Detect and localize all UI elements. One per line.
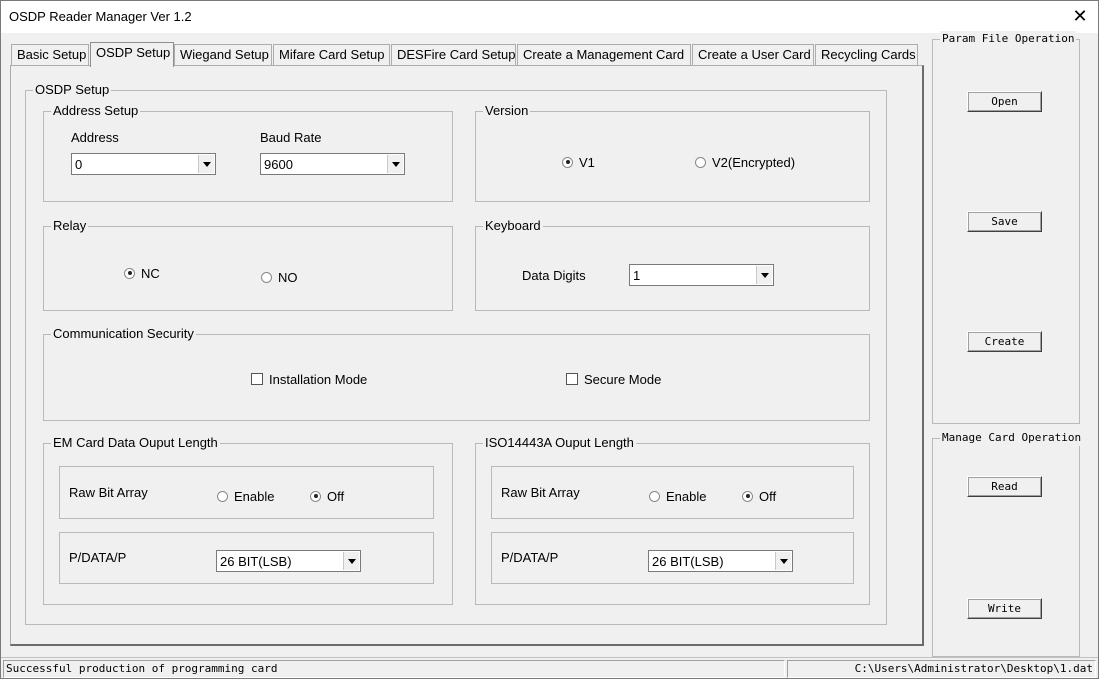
window-title: OSDP Reader Manager Ver 1.2 xyxy=(9,9,192,24)
em-off-label: Off xyxy=(327,488,345,504)
chevron-down-icon[interactable] xyxy=(343,552,359,570)
iso-off-radio[interactable]: Off xyxy=(742,488,776,504)
save-button[interactable]: Save xyxy=(967,211,1042,232)
status-message: Successful production of programming car… xyxy=(3,660,785,678)
baud-rate-label: Baud Rate xyxy=(260,130,322,145)
iso-enable-radio[interactable]: Enable xyxy=(649,488,706,504)
radio-unselected-icon xyxy=(649,490,660,502)
checkbox-unchecked-icon xyxy=(566,373,578,385)
data-digits-label: Data Digits xyxy=(522,268,586,283)
baud-rate-select[interactable]: 9600 xyxy=(260,153,405,175)
tab-recycling-cards[interactable]: Recycling Cards xyxy=(815,44,918,66)
em-enable-radio[interactable]: Enable xyxy=(217,488,274,504)
em-pdata-label: P/DATA/P xyxy=(69,550,127,565)
checkbox-unchecked-icon xyxy=(251,373,263,385)
chevron-down-icon[interactable] xyxy=(387,155,403,173)
radio-unselected-icon xyxy=(695,156,706,168)
manage-card-operation-group: Manage Card Operation xyxy=(932,430,1084,657)
osdp-setup-title: OSDP Setup xyxy=(33,82,112,98)
secure-mode-checkbox[interactable]: Secure Mode xyxy=(566,371,661,387)
radio-selected-icon xyxy=(124,267,135,279)
read-button[interactable]: Read xyxy=(967,476,1042,497)
chevron-down-icon[interactable] xyxy=(198,155,214,173)
address-label: Address xyxy=(71,130,119,145)
version-v2-label: V2(Encrypted) xyxy=(712,154,796,170)
iso-pdata-label: P/DATA/P xyxy=(501,550,559,565)
tab-desfire-card-setup[interactable]: DESFire Card Setup xyxy=(391,44,516,66)
version-group: Version xyxy=(475,103,870,202)
iso-pdata-select[interactable]: 26 BIT(LSB) xyxy=(648,550,793,572)
tab-basic-setup[interactable]: Basic Setup xyxy=(11,44,89,66)
em-pdata-select[interactable]: 26 BIT(LSB) xyxy=(216,550,361,572)
iso-enable-label: Enable xyxy=(666,488,707,504)
version-v2-radio[interactable]: V2(Encrypted) xyxy=(695,154,795,170)
write-button[interactable]: Write xyxy=(967,598,1042,619)
relay-title: Relay xyxy=(51,218,89,234)
iso-pdata-value: 26 BIT(LSB) xyxy=(652,554,724,569)
radio-unselected-icon xyxy=(261,271,272,283)
version-v1-label: V1 xyxy=(579,154,595,170)
tab-osdp-setup[interactable]: OSDP Setup xyxy=(90,42,174,67)
tab-create-management-card[interactable]: Create a Management Card xyxy=(517,44,691,66)
radio-selected-icon xyxy=(310,490,321,502)
tab-mifare-card-setup[interactable]: Mifare Card Setup xyxy=(273,44,390,66)
close-icon[interactable]: ✕ xyxy=(1070,6,1090,26)
relay-no-radio[interactable]: NO xyxy=(261,269,298,285)
param-file-operation-title: Param File Operation xyxy=(940,31,1077,47)
radio-selected-icon xyxy=(742,490,753,502)
baud-rate-value: 9600 xyxy=(264,157,293,172)
chevron-down-icon[interactable] xyxy=(775,552,791,570)
radio-unselected-icon xyxy=(217,490,228,502)
chevron-down-icon[interactable] xyxy=(756,266,772,284)
em-card-title: EM Card Data Ouput Length xyxy=(51,435,220,451)
open-button[interactable]: Open xyxy=(967,91,1042,112)
communication-security-title: Communication Security xyxy=(51,326,196,342)
app-window: OSDP Reader Manager Ver 1.2 ✕ Basic Setu… xyxy=(0,0,1099,679)
iso14443a-title: ISO14443A Ouput Length xyxy=(483,435,636,451)
em-enable-label: Enable xyxy=(234,488,275,504)
secure-mode-label: Secure Mode xyxy=(584,371,662,387)
manage-card-operation-title: Manage Card Operation xyxy=(940,430,1084,446)
address-select[interactable]: 0 xyxy=(71,153,216,175)
data-digits-value: 1 xyxy=(633,268,641,283)
relay-nc-radio[interactable]: NC xyxy=(124,265,160,281)
keyboard-title: Keyboard xyxy=(483,218,543,234)
title-bar: OSDP Reader Manager Ver 1.2 ✕ xyxy=(1,1,1098,33)
em-pdata-value: 26 BIT(LSB) xyxy=(220,554,292,569)
em-off-radio[interactable]: Off xyxy=(310,488,344,504)
data-digits-select[interactable]: 1 xyxy=(629,264,774,286)
version-v1-radio[interactable]: V1 xyxy=(562,154,595,170)
relay-no-label: NO xyxy=(278,269,298,285)
address-setup-title: Address Setup xyxy=(51,103,141,119)
installation-mode-label: Installation Mode xyxy=(269,371,368,387)
radio-selected-icon xyxy=(562,156,573,168)
iso-raw-bit-array-label: Raw Bit Array xyxy=(501,485,580,500)
address-value: 0 xyxy=(75,157,83,172)
em-raw-bit-array-label: Raw Bit Array xyxy=(69,485,148,500)
installation-mode-checkbox[interactable]: Installation Mode xyxy=(251,371,367,387)
communication-security-group: Communication Security xyxy=(43,326,870,421)
tab-wiegand-setup[interactable]: Wiegand Setup xyxy=(174,44,272,66)
relay-group: Relay xyxy=(43,218,453,311)
tab-create-user-card[interactable]: Create a User Card xyxy=(692,44,814,66)
iso-off-label: Off xyxy=(759,488,777,504)
create-button[interactable]: Create xyxy=(967,331,1042,352)
version-title: Version xyxy=(483,103,531,119)
status-bar: Successful production of programming car… xyxy=(1,657,1098,678)
status-file-path: C:\Users\Administrator\Desktop\1.dat xyxy=(787,660,1096,678)
relay-nc-label: NC xyxy=(141,265,160,281)
